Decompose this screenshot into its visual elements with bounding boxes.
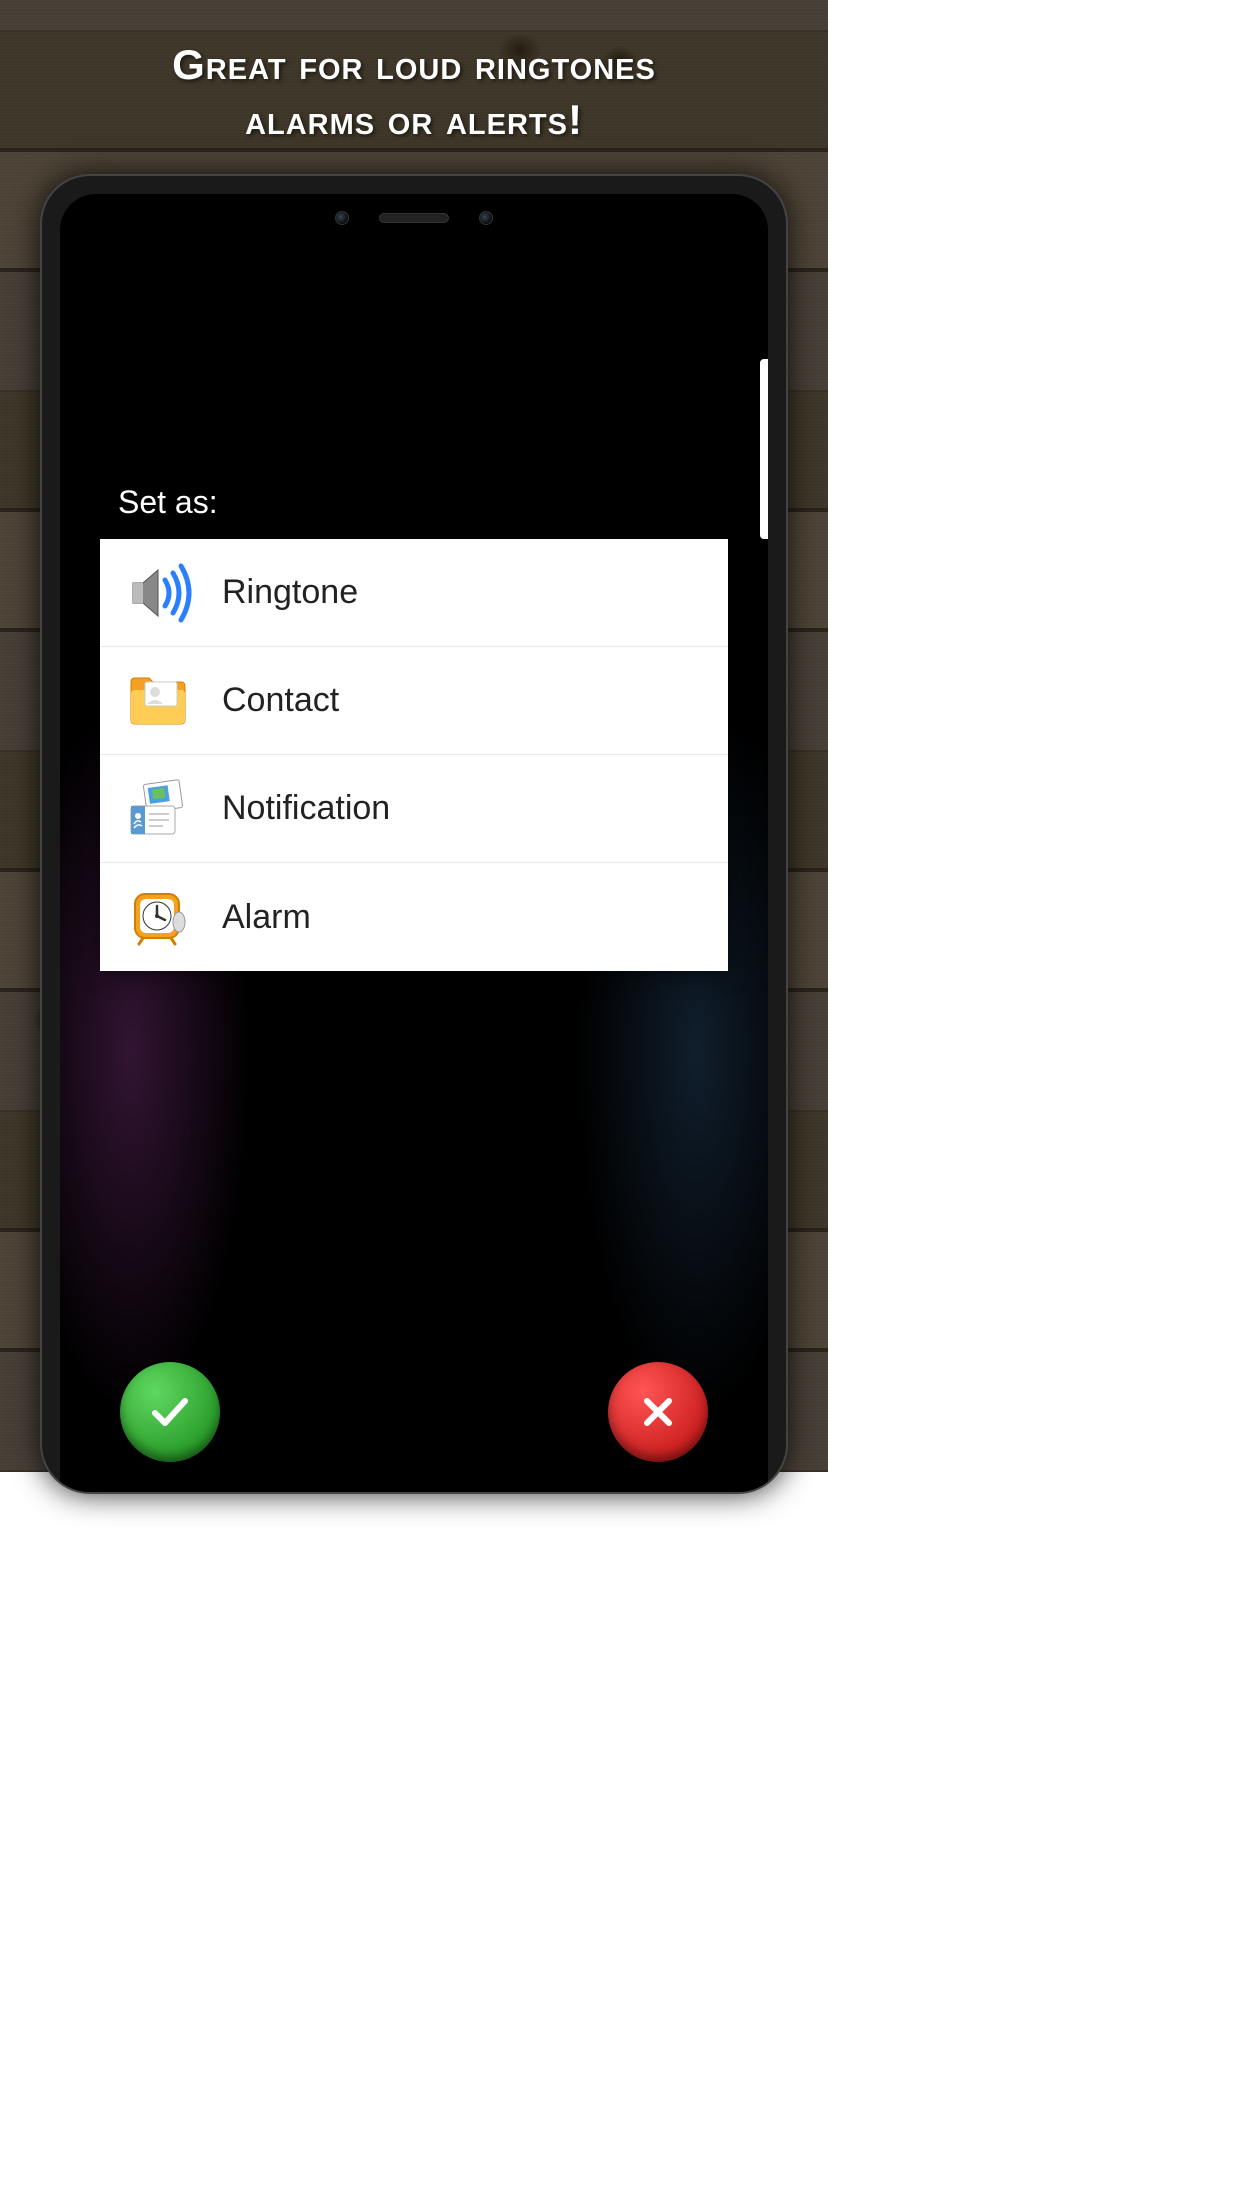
option-label: Ringtone: [222, 573, 358, 612]
close-icon: [633, 1387, 683, 1437]
phone-mockup: Cla xxxxx one Set as:: [40, 174, 788, 1494]
speaker-icon: [118, 553, 198, 633]
promo-line-1: Great for loud ringtones: [172, 41, 656, 88]
option-ringtone[interactable]: Ringtone: [100, 539, 728, 647]
dialog-options-list: Ringtone Contact: [100, 539, 728, 971]
cancel-button[interactable]: [608, 1362, 708, 1462]
dialog-title: Set as:: [100, 466, 728, 539]
contact-folder-icon: [118, 661, 198, 741]
option-label: Contact: [222, 681, 339, 720]
option-label: Notification: [222, 789, 390, 828]
front-camera-icon: [335, 211, 349, 225]
option-label: Alarm: [222, 898, 311, 937]
alarm-clock-icon: [118, 877, 198, 957]
set-as-dialog: Set as: Ringtone: [100, 466, 728, 971]
accept-button[interactable]: [120, 1362, 220, 1462]
promo-headline: Great for loud ringtones alarms or alert…: [0, 38, 828, 147]
front-camera-icon: [479, 211, 493, 225]
phone-power-button: [786, 346, 788, 426]
check-icon: [145, 1387, 195, 1437]
phone-volume-button: [786, 561, 788, 671]
phone-notch: [284, 194, 544, 242]
option-contact[interactable]: Contact: [100, 647, 728, 755]
promo-line-2: alarms or alerts!: [245, 96, 583, 143]
phone-screen: Cla xxxxx one Set as:: [60, 194, 768, 1492]
earpiece-speaker: [379, 213, 449, 223]
option-alarm[interactable]: Alarm: [100, 863, 728, 971]
notification-icon: [118, 769, 198, 849]
scroll-indicator: [760, 359, 768, 539]
option-notification[interactable]: Notification: [100, 755, 728, 863]
